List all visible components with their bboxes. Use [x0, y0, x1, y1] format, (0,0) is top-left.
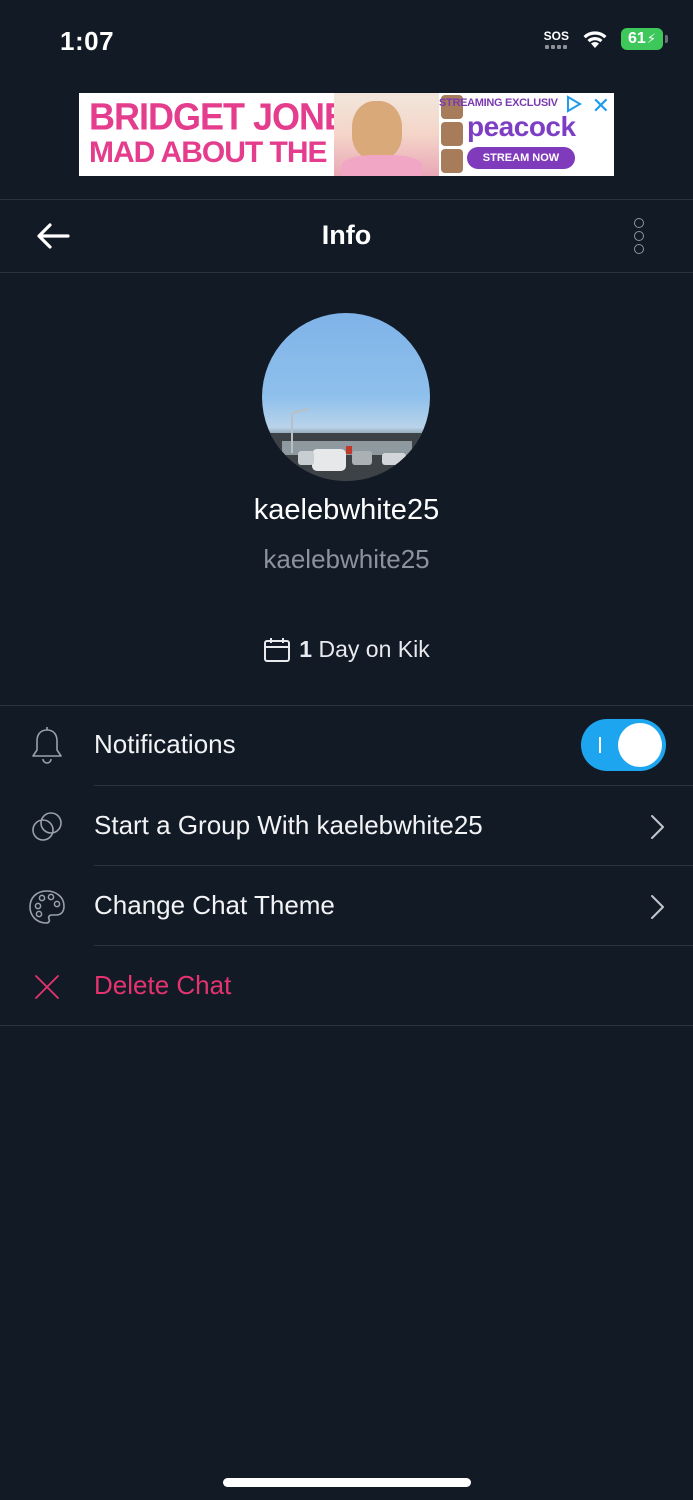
notifications-label: Notifications [94, 729, 236, 759]
start-group-row[interactable]: Start a Group With kaelebwhite25 [0, 786, 693, 866]
days-suffix: Day on Kik [318, 636, 430, 662]
ad-banner[interactable]: BRIDGET JONES MAD ABOUT THE BOY STREAMIN… [79, 93, 614, 176]
status-time: 1:07 [60, 26, 115, 56]
start-group-label: Start a Group With kaelebwhite25 [94, 810, 483, 840]
bell-icon [26, 725, 68, 767]
change-theme-row[interactable]: Change Chat Theme [0, 866, 693, 946]
header: Info [0, 200, 693, 272]
notifications-toggle[interactable] [581, 719, 666, 771]
divider [0, 272, 693, 273]
status-indicators: SOS 61 ⚡ [544, 28, 668, 50]
ad-brand: peacock [467, 111, 576, 142]
sos-indicator: SOS [544, 30, 569, 49]
avatar[interactable] [262, 313, 430, 481]
chevron-right-icon [651, 815, 664, 839]
days-on-kik: 1 Day on Kik [0, 636, 693, 663]
ad-choices-icon[interactable] [566, 95, 582, 113]
notifications-row: Notifications [0, 705, 693, 785]
home-indicator[interactable] [223, 1478, 471, 1487]
ad-headline: BRIDGET JONES [89, 94, 371, 138]
calendar-icon [264, 637, 291, 662]
status-bar: 1:07 SOS 61 ⚡ [0, 0, 693, 80]
delete-chat-row[interactable]: Delete Chat [0, 946, 693, 1026]
display-name: kaelebwhite25 [253, 494, 440, 526]
ad-photo [334, 93, 439, 176]
close-icon[interactable]: ✕ [592, 95, 610, 117]
username: kaelebwhite25 [263, 544, 430, 574]
wifi-icon [583, 31, 607, 48]
page-title: Info [321, 220, 372, 250]
close-x-icon [26, 966, 68, 1008]
battery-indicator: 61 ⚡ [621, 28, 668, 50]
avatar-photo [262, 408, 430, 481]
divider [0, 1025, 693, 1026]
change-theme-label: Change Chat Theme [94, 890, 335, 920]
delete-chat-label: Delete Chat [94, 970, 232, 1000]
days-count: 1 [299, 636, 313, 662]
more-vertical-icon [634, 218, 644, 228]
palette-icon [26, 886, 68, 928]
chevron-right-icon [651, 895, 664, 919]
ad-stream-now-button[interactable]: STREAM NOW [467, 147, 575, 169]
ad-streaming-text: STREAMING EXCLUSIV [439, 97, 558, 109]
more-options-button[interactable] [624, 214, 654, 258]
group-circles-icon [26, 806, 68, 848]
